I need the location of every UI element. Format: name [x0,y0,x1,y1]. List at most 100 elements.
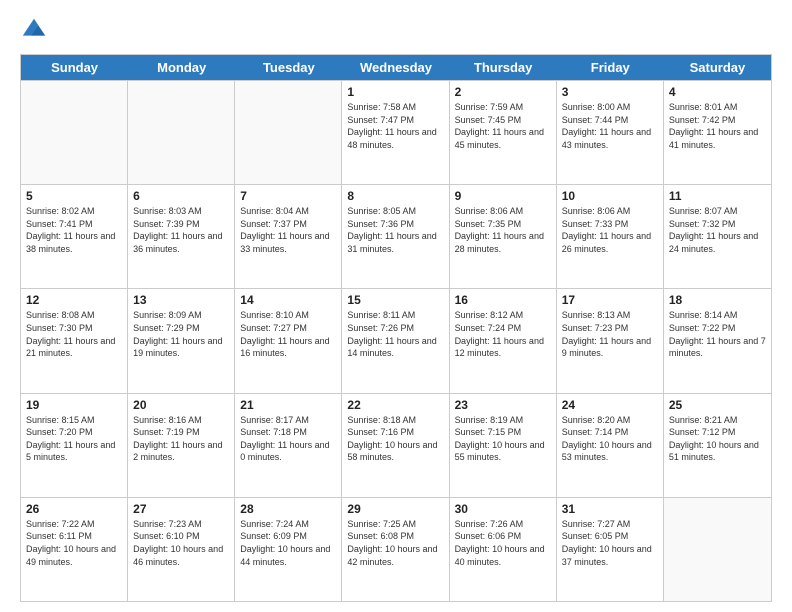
cell-info: Sunrise: 8:03 AM Sunset: 7:39 PM Dayligh… [133,205,229,255]
calendar-cell: 3 Sunrise: 8:00 AM Sunset: 7:44 PM Daylig… [557,81,664,184]
cell-info: Sunrise: 8:02 AM Sunset: 7:41 PM Dayligh… [26,205,122,255]
day-number: 16 [455,293,551,307]
day-number: 29 [347,502,443,516]
day-number: 19 [26,398,122,412]
day-number: 9 [455,189,551,203]
calendar-row-0: 1 Sunrise: 7:58 AM Sunset: 7:47 PM Daylig… [21,80,771,184]
day-number: 14 [240,293,336,307]
cell-info: Sunrise: 8:00 AM Sunset: 7:44 PM Dayligh… [562,101,658,151]
calendar-cell: 9 Sunrise: 8:06 AM Sunset: 7:35 PM Daylig… [450,185,557,288]
calendar-cell: 22 Sunrise: 8:18 AM Sunset: 7:16 PM Dayli… [342,394,449,497]
cell-info: Sunrise: 7:26 AM Sunset: 6:06 PM Dayligh… [455,518,551,568]
day-number: 27 [133,502,229,516]
calendar-row-3: 19 Sunrise: 8:15 AM Sunset: 7:20 PM Dayli… [21,393,771,497]
calendar-cell: 28 Sunrise: 7:24 AM Sunset: 6:09 PM Dayli… [235,498,342,601]
calendar-cell: 18 Sunrise: 8:14 AM Sunset: 7:22 PM Dayli… [664,289,771,392]
calendar-cell: 20 Sunrise: 8:16 AM Sunset: 7:19 PM Dayli… [128,394,235,497]
cell-info: Sunrise: 8:15 AM Sunset: 7:20 PM Dayligh… [26,414,122,464]
cell-info: Sunrise: 7:58 AM Sunset: 7:47 PM Dayligh… [347,101,443,151]
calendar-cell: 1 Sunrise: 7:58 AM Sunset: 7:47 PM Daylig… [342,81,449,184]
cell-info: Sunrise: 8:21 AM Sunset: 7:12 PM Dayligh… [669,414,766,464]
day-number: 26 [26,502,122,516]
cell-info: Sunrise: 8:20 AM Sunset: 7:14 PM Dayligh… [562,414,658,464]
calendar-cell [21,81,128,184]
calendar-cell: 30Sunrise: 7:26 AM Sunset: 6:06 PM Dayli… [450,498,557,601]
cell-info: Sunrise: 7:22 AM Sunset: 6:11 PM Dayligh… [26,518,122,568]
day-number: 17 [562,293,658,307]
day-number: 23 [455,398,551,412]
calendar-cell [235,81,342,184]
day-number: 5 [26,189,122,203]
calendar-cell: 29 Sunrise: 7:25 AM Sunset: 6:08 PM Dayli… [342,498,449,601]
day-number: 1 [347,85,443,99]
weekday-header-tuesday: Tuesday [235,55,342,80]
calendar-cell: 8 Sunrise: 8:05 AM Sunset: 7:36 PM Daylig… [342,185,449,288]
day-number: 3 [562,85,658,99]
calendar: SundayMondayTuesdayWednesdayThursdayFrid… [20,54,772,602]
day-number: 11 [669,189,766,203]
calendar-row-1: 5 Sunrise: 8:02 AM Sunset: 7:41 PM Daylig… [21,184,771,288]
cell-info: Sunrise: 8:06 AM Sunset: 7:33 PM Dayligh… [562,205,658,255]
cell-info: Sunrise: 8:12 AM Sunset: 7:24 PM Dayligh… [455,309,551,359]
calendar-cell: 15 Sunrise: 8:11 AM Sunset: 7:26 PM Dayli… [342,289,449,392]
day-number: 10 [562,189,658,203]
cell-info: Sunrise: 8:16 AM Sunset: 7:19 PM Dayligh… [133,414,229,464]
calendar-cell: 21 Sunrise: 8:17 AM Sunset: 7:18 PM Dayli… [235,394,342,497]
weekday-header-thursday: Thursday [450,55,557,80]
day-number: 21 [240,398,336,412]
day-number: 4 [669,85,766,99]
weekday-header-wednesday: Wednesday [342,55,449,80]
calendar-cell: 7 Sunrise: 8:04 AM Sunset: 7:37 PM Daylig… [235,185,342,288]
cell-info: Sunrise: 8:04 AM Sunset: 7:37 PM Dayligh… [240,205,336,255]
cell-info: Sunrise: 8:06 AM Sunset: 7:35 PM Dayligh… [455,205,551,255]
day-number: 13 [133,293,229,307]
cell-info: Sunrise: 8:01 AM Sunset: 7:42 PM Dayligh… [669,101,766,151]
header [20,16,772,44]
weekday-header-monday: Monday [128,55,235,80]
calendar-cell [128,81,235,184]
day-number: 7 [240,189,336,203]
calendar-cell: 10 Sunrise: 8:06 AM Sunset: 7:33 PM Dayli… [557,185,664,288]
weekday-header-saturday: Saturday [664,55,771,80]
day-number: 24 [562,398,658,412]
cell-info: Sunrise: 7:25 AM Sunset: 6:08 PM Dayligh… [347,518,443,568]
calendar-cell: 31 Sunrise: 7:27 AM Sunset: 6:05 PM Dayli… [557,498,664,601]
calendar-cell: 19 Sunrise: 8:15 AM Sunset: 7:20 PM Dayli… [21,394,128,497]
day-number: 20 [133,398,229,412]
day-number: 18 [669,293,766,307]
day-number: 28 [240,502,336,516]
logo-icon [20,16,48,44]
calendar-cell: 24 Sunrise: 8:20 AM Sunset: 7:14 PM Dayli… [557,394,664,497]
calendar-cell: 2Sunrise: 7:59 AM Sunset: 7:45 PM Daylig… [450,81,557,184]
page: SundayMondayTuesdayWednesdayThursdayFrid… [0,0,792,612]
weekday-header-sunday: Sunday [21,55,128,80]
calendar-cell: 5 Sunrise: 8:02 AM Sunset: 7:41 PM Daylig… [21,185,128,288]
cell-info: Sunrise: 8:17 AM Sunset: 7:18 PM Dayligh… [240,414,336,464]
cell-info: Sunrise: 7:27 AM Sunset: 6:05 PM Dayligh… [562,518,658,568]
calendar-cell: 25Sunrise: 8:21 AM Sunset: 7:12 PM Dayli… [664,394,771,497]
calendar-cell: 27 Sunrise: 7:23 AM Sunset: 6:10 PM Dayli… [128,498,235,601]
weekday-header-friday: Friday [557,55,664,80]
cell-info: Sunrise: 8:05 AM Sunset: 7:36 PM Dayligh… [347,205,443,255]
cell-info: Sunrise: 7:23 AM Sunset: 6:10 PM Dayligh… [133,518,229,568]
calendar-cell [664,498,771,601]
cell-info: Sunrise: 7:24 AM Sunset: 6:09 PM Dayligh… [240,518,336,568]
day-number: 15 [347,293,443,307]
calendar-cell: 14Sunrise: 8:10 AM Sunset: 7:27 PM Dayli… [235,289,342,392]
calendar-cell: 17 Sunrise: 8:13 AM Sunset: 7:23 PM Dayli… [557,289,664,392]
calendar-cell: 16 Sunrise: 8:12 AM Sunset: 7:24 PM Dayli… [450,289,557,392]
cell-info: Sunrise: 8:09 AM Sunset: 7:29 PM Dayligh… [133,309,229,359]
cell-info: Sunrise: 8:14 AM Sunset: 7:22 PM Dayligh… [669,309,766,359]
calendar-cell: 6Sunrise: 8:03 AM Sunset: 7:39 PM Daylig… [128,185,235,288]
day-number: 8 [347,189,443,203]
calendar-row-4: 26 Sunrise: 7:22 AM Sunset: 6:11 PM Dayli… [21,497,771,601]
calendar-cell: 23Sunrise: 8:19 AM Sunset: 7:15 PM Dayli… [450,394,557,497]
logo [20,16,52,44]
day-number: 22 [347,398,443,412]
day-number: 31 [562,502,658,516]
calendar-row-2: 12Sunrise: 8:08 AM Sunset: 7:30 PM Dayli… [21,288,771,392]
calendar-cell: 13 Sunrise: 8:09 AM Sunset: 7:29 PM Dayli… [128,289,235,392]
cell-info: Sunrise: 8:11 AM Sunset: 7:26 PM Dayligh… [347,309,443,359]
cell-info: Sunrise: 8:18 AM Sunset: 7:16 PM Dayligh… [347,414,443,464]
cell-info: Sunrise: 8:13 AM Sunset: 7:23 PM Dayligh… [562,309,658,359]
